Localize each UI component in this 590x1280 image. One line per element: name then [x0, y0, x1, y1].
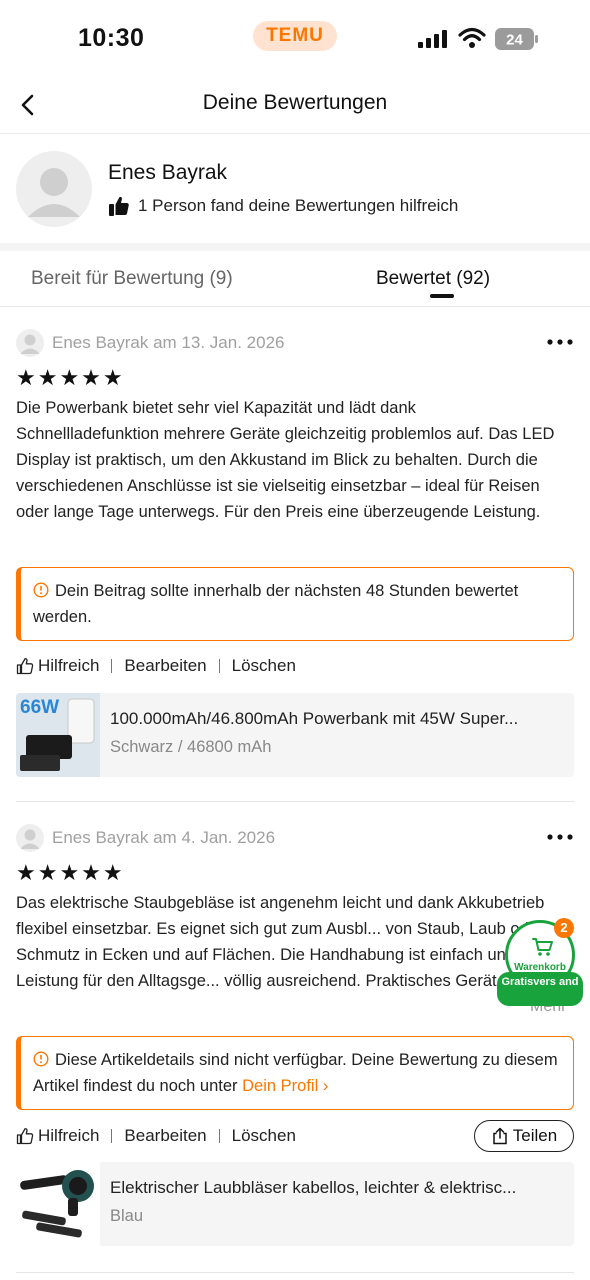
notice-text: Dein Beitrag sollte innerhalb der nächst… — [33, 582, 519, 626]
status-time: 10:30 — [78, 24, 145, 52]
edit-button[interactable]: Bearbeiten — [124, 656, 206, 676]
product-variant: Schwarz / 46800 mAh — [110, 738, 272, 756]
avatar — [16, 329, 44, 357]
review-header: Enes Bayrak am 4. Jan. 2026 — [16, 824, 275, 852]
user-name: Enes Bayrak — [108, 161, 228, 184]
review-notice: Diese Artikeldetails sind nicht verfügba… — [16, 1036, 574, 1110]
profile-link[interactable]: Dein Profil — [242, 1077, 318, 1095]
more-options-icon[interactable] — [546, 833, 574, 841]
product-thumbnail — [16, 1162, 100, 1246]
reviewed-product[interactable]: Elektrischer Laubbläser kabellos, leicht… — [16, 1162, 574, 1246]
tab-ready-for-review[interactable]: Bereit für Bewertung (9) — [31, 268, 233, 290]
page-title: Deine Bewertungen — [202, 91, 388, 114]
review-author-date: Enes Bayrak am 4. Jan. 2026 — [52, 828, 276, 847]
cellular-signal-icon — [418, 30, 447, 48]
review-header: Enes Bayrak am 13. Jan. 2026 — [16, 329, 284, 357]
wifi-icon — [458, 27, 486, 48]
review-text: Die Powerbank bietet sehr viel Kapazität… — [16, 399, 555, 521]
temu-logo: TEMU — [253, 21, 337, 51]
cart-count-badge: 2 — [554, 918, 574, 938]
review-author-date: Enes Bayrak am 13. Jan. 2026 — [52, 333, 285, 352]
default-avatar-icon — [20, 334, 40, 354]
default-avatar-icon — [28, 168, 80, 217]
shopping-cart-icon — [532, 938, 553, 956]
avatar[interactable] — [16, 151, 92, 227]
review-actions: Hilfreich Bearbeiten Löschen — [16, 653, 296, 679]
battery-level: 24 — [506, 32, 523, 49]
active-tab-indicator — [430, 294, 454, 298]
product-image-label: 66W — [20, 697, 59, 718]
star-rating: ★★★★★ — [16, 860, 125, 885]
review-actions: Hilfreich Bearbeiten Löschen — [16, 1123, 296, 1149]
separator — [218, 659, 220, 673]
review-card: Enes Bayrak am 4. Jan. 2026 ★★★★★ Das el… — [0, 824, 590, 1264]
review-notice: Dein Beitrag sollte innerhalb der nächst… — [16, 567, 574, 641]
thumbs-up-icon[interactable] — [16, 1127, 34, 1145]
more-options-icon[interactable] — [546, 338, 574, 346]
top-nav: Deine Bewertungen — [0, 78, 590, 134]
avatar — [16, 824, 44, 852]
review-tabs: Bereit für Bewertung (9) Bewertet (92) — [0, 251, 590, 307]
review-text: Das elektrische Staubgebläse ist angeneh… — [16, 894, 545, 990]
battery-icon: 24 — [495, 28, 538, 50]
delete-button[interactable]: Löschen — [232, 656, 296, 676]
review-divider — [16, 1272, 574, 1273]
helpful-count-text: 1 Person fand deine Bewertungen hilfreic… — [138, 196, 459, 215]
product-title: Elektrischer Laubbläser kabellos, leicht… — [110, 1178, 517, 1197]
separator — [218, 1129, 220, 1143]
share-button[interactable]: Teilen — [474, 1120, 574, 1152]
helpful-button[interactable]: Hilfreich — [38, 656, 99, 676]
powerbank-image: 66W — [16, 693, 100, 777]
product-variant: Blau — [110, 1207, 144, 1225]
product-thumbnail: 66W — [16, 693, 100, 777]
thumbs-up-icon[interactable] — [16, 657, 34, 675]
free-shipping-badge[interactable]: Gratisvers and — [497, 972, 583, 1006]
reviewed-product[interactable]: 66W 100.000mAh/46.800mAh Powerbank mit 4… — [16, 693, 574, 777]
info-icon — [33, 1051, 49, 1067]
product-title: 100.000mAh/46.800mAh Powerbank mit 45W S… — [110, 709, 519, 728]
status-bar: 10:30 TEMU 24 — [0, 0, 590, 78]
star-rating: ★★★★★ — [16, 365, 125, 390]
delete-button[interactable]: Löschen — [232, 1126, 296, 1146]
leaf-blower-image — [16, 1162, 100, 1246]
separator — [111, 1129, 113, 1143]
section-divider — [0, 243, 590, 251]
chevron-right-icon[interactable]: › — [318, 1077, 329, 1095]
helpful-button[interactable]: Hilfreich — [38, 1126, 99, 1146]
profile-summary: Enes Bayrak 1 Person fand deine Bewertun… — [0, 135, 590, 243]
default-avatar-icon — [20, 829, 40, 849]
thumbs-up-filled-icon — [109, 196, 129, 216]
share-icon — [493, 1127, 507, 1145]
edit-button[interactable]: Bearbeiten — [124, 1126, 206, 1146]
info-icon — [33, 582, 49, 598]
review-divider — [16, 801, 574, 802]
share-label: Teilen — [512, 1126, 558, 1145]
review-card: Enes Bayrak am 13. Jan. 2026 ★★★★★ Die P… — [0, 329, 590, 804]
separator — [111, 659, 113, 673]
helpful-summary: 1 Person fand deine Bewertungen hilfreic… — [108, 195, 458, 217]
tab-rated[interactable]: Bewertet (92) — [376, 268, 490, 290]
